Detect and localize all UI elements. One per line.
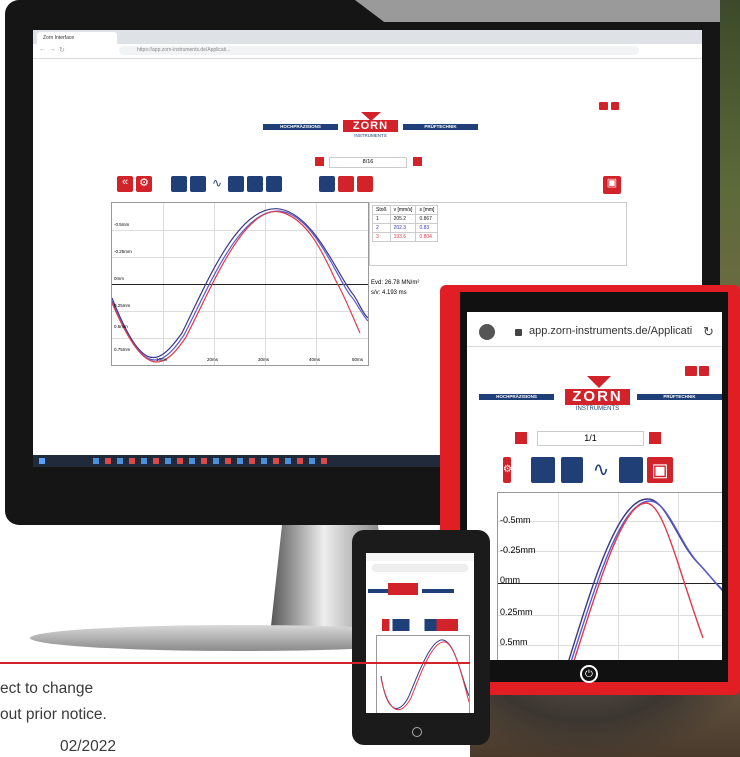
location-button[interactable] [247,176,263,192]
footer-line-1: ect to change [0,680,94,697]
browser-tab-strip: Zorn Interface [33,30,702,44]
document-button[interactable] [561,457,583,483]
y-axis-label-3: 0mm [114,276,124,281]
tablet-url-bar: app.zorn-instruments.de/Applicati ↻ [467,312,722,347]
avatar-icon[interactable] [479,324,495,340]
phone-status-bar [366,553,474,561]
open-folder-button[interactable] [171,176,187,192]
next-page-button[interactable] [649,432,661,444]
logo-left-bar: HOCHPRÄZISIONS [479,394,554,400]
x-axis-label-2: 20ms [207,357,219,362]
image-button[interactable] [228,176,244,192]
phone-chart [376,635,470,713]
y-axis-label-6: 0.75mm [114,347,131,352]
table-row: 3 193.6 0.804 [372,232,439,242]
phone-logo-right [422,589,454,593]
monitor-highlight [355,0,720,22]
y-axis-label-3: 0mm [500,575,520,585]
table-header: s [mm] [415,205,439,215]
table-row: 2 202.3 0.83 [372,223,439,233]
y-axis-label-5: 0.5mm [500,637,528,647]
graph-icon[interactable]: ∿ [209,176,225,192]
logo: HOCHPRÄZISIONS ZORN INSTRUMENTS PRÜFTECH… [479,374,722,414]
address-bar[interactable]: https://app.zorn-instruments.de/Applicat… [119,46,639,55]
y-axis-label-4: 0.25mm [114,303,131,308]
settings-button[interactable]: ⚙ [136,176,152,192]
logo-right-bar: PRÜFTECHNIK [637,394,722,400]
y-axis-label-5: 0.5mm [114,324,128,329]
csv-button[interactable] [338,176,354,192]
y-axis-label-1: -0.5mm [500,515,531,525]
x-axis-label-3: 30ms [258,357,270,362]
browser-tab[interactable]: Zorn Interface [37,32,117,44]
phone-curves [380,639,469,711]
settings-button[interactable]: ⚙ [503,457,512,483]
tablet-curves [568,498,722,660]
phone-url-bar[interactable] [372,564,468,572]
export-button[interactable] [319,176,335,192]
save-button[interactable]: ▣ [603,176,621,194]
image-button[interactable] [619,457,643,483]
logo-sub: INSTRUMENTS [575,406,620,412]
open-folder-button[interactable] [531,457,555,483]
phone-logo-left [368,589,388,593]
forward-icon[interactable]: → [49,46,56,53]
graph-icon[interactable]: ∿ [589,457,613,483]
next-page-button[interactable] [413,157,422,166]
footer-line-2: out prior notice. [0,706,107,723]
mail-icon[interactable] [599,102,608,110]
logo-left-bar: HOCHPRÄZISIONS [263,124,338,130]
logo-brand: ZORN [343,120,398,132]
reload-icon[interactable]: ↻ [703,324,714,340]
back-icon[interactable]: ← [39,46,46,53]
power-icon[interactable]: ⏻ [580,665,598,683]
x-axis-label-5: 50ms [352,357,364,362]
table-row: 1 205.2 0.867 [372,214,439,224]
desktop-curves [112,208,368,363]
results-panel: Stoß v [mm/s] s [mm] 1 205.2 0.867 2 202… [369,202,627,266]
y-axis-label-2: -0.25mm [500,545,536,555]
logo-brand: ZORN [565,389,630,405]
sv-result: s/v: 4.193 ms [371,290,407,296]
browser-toolbar: ← → ↻ https://app.zorn-instruments.de/Ap… [33,44,702,59]
tablet-chart: -0.5mm -0.25mm 0mm 0.25mm 0.5mm [497,492,722,660]
prev-page-button[interactable] [515,432,527,444]
tablet-url[interactable]: app.zorn-instruments.de/Applicati [529,325,692,337]
phone-screen [366,553,474,713]
x-axis-label-4: 40ms [309,357,321,362]
lock-icon [515,329,522,336]
logo-sub: INSTRUMENTS [354,133,387,138]
divider [0,662,470,664]
phone-toolbar [382,619,458,631]
y-axis-label-2: -0.25mm [114,249,132,254]
start-icon[interactable] [39,458,45,464]
logo: HOCHPRÄZISIONS ZORN INSTRUMENTS PRÜFTECH… [263,112,478,142]
page-indicator: 8/16 [329,157,407,168]
pdf-button[interactable] [357,176,373,192]
footer-line-3: 02/2022 [60,738,117,755]
reload-icon[interactable]: ↻ [59,46,65,54]
page-indicator: 1/1 [537,431,644,446]
y-axis-label-1: -0.5mm [114,222,130,227]
phone-power-icon[interactable] [412,727,422,737]
x-axis-label-1: 10ms [156,357,168,362]
taskbar-apps [93,458,333,464]
logo-arrow-icon [361,112,381,121]
document-button[interactable] [190,176,206,192]
desktop-chart: -0.5mm -0.25mm 0mm 0.25mm 0.5mm 0.75mm 1… [111,202,369,366]
results-table: Stoß v [mm/s] s [mm] 1 205.2 0.867 2 202… [372,205,439,242]
evd-result: Evd: 26.78 MN/m² [371,280,420,286]
table-header: Stoß [372,205,391,215]
logo-arrow-icon [587,376,611,388]
save-button[interactable]: ▣ [647,457,673,483]
tablet-screen: app.zorn-instruments.de/Applicati ↻ HOCH… [467,312,722,660]
delete-button[interactable] [266,176,282,192]
prev-page-button[interactable] [315,157,324,166]
rewind-button[interactable]: « [117,176,133,192]
table-header: v [mm/s] [389,205,417,215]
info-icon[interactable] [611,102,619,110]
phone-logo [388,583,418,595]
y-axis-label-4: 0.25mm [500,607,533,617]
logo-right-bar: PRÜFTECHNIK [403,124,478,130]
